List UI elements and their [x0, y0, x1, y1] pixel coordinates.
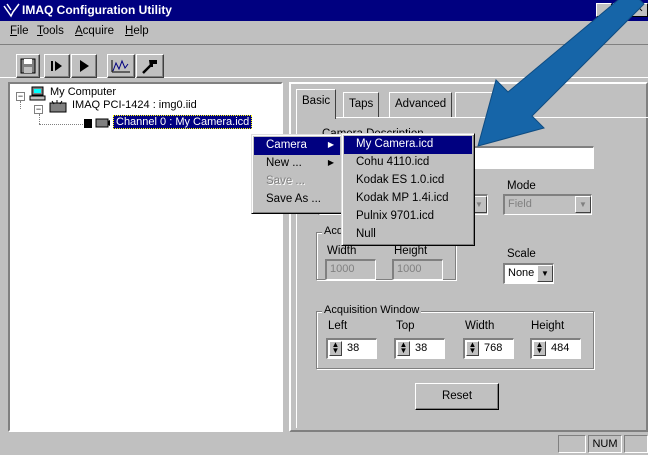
win-height-stepper[interactable]: ▲ ▼ 484 — [530, 338, 581, 359]
scale-label: Scale — [507, 248, 536, 260]
minimize-button[interactable]: _ — [596, 3, 612, 17]
step-button[interactable] — [44, 54, 70, 78]
menu-bar: File Tools Acquire Help — [0, 21, 648, 43]
mode-select: Field ▼ — [503, 194, 592, 215]
submenu-arrow-icon: ▶ — [327, 158, 334, 167]
ctx-item-save-as[interactable]: Save As ... — [254, 191, 340, 209]
play-icon — [80, 60, 89, 72]
spin-arrows-icon[interactable]: ▲ ▼ — [466, 341, 479, 356]
acquisition-window-label: Acquisition Window — [322, 304, 422, 316]
ctx-item-save: Save ... — [266, 175, 305, 187]
menu-file[interactable]: File — [10, 25, 29, 37]
submenu-item-pulnix[interactable]: Pulnix 9701.icd — [344, 208, 472, 226]
submenu-arrow-icon: ▶ — [327, 140, 334, 149]
tab-more[interactable] — [455, 92, 495, 117]
submenu-item-null[interactable]: Null — [344, 226, 472, 244]
tree-node-channel[interactable]: Channel 0 : My Camera.icd — [113, 115, 253, 129]
win-width-label: Width — [465, 320, 495, 332]
tree-node-board[interactable]: IMAQ PCI-1424 : img0.iid — [72, 99, 197, 111]
context-menu: Camera ▶ New ... ▶ Save ... Save As ... — [251, 134, 343, 214]
status-num-indicator: NUM — [588, 435, 622, 453]
close-button[interactable]: ✕ — [631, 3, 648, 17]
left-label: Left — [328, 320, 348, 332]
chevron-down-icon[interactable]: ▼ — [537, 265, 553, 282]
tab-taps[interactable]: Taps — [343, 92, 380, 117]
device-tree[interactable]: − My Computer − IMAQ PCI-1424 : img0.iid… — [8, 82, 283, 432]
ctx-item-new[interactable]: New ... ▶ — [254, 155, 340, 173]
expander-my-computer[interactable]: − — [16, 92, 25, 101]
tree-node-my-computer[interactable]: My Computer — [50, 86, 116, 98]
reset-button[interactable]: Reset — [415, 383, 499, 410]
board-icon — [49, 100, 67, 113]
status-pane-caps — [558, 435, 586, 453]
acq-width-field: 1000 — [325, 259, 376, 280]
mode-label: Mode — [507, 180, 536, 192]
submenu-item-cohu[interactable]: Cohu 4110.icd — [344, 154, 472, 172]
submenu-item-kodak-mp[interactable]: Kodak MP 1.4i.icd — [344, 190, 472, 208]
save-icon — [20, 58, 36, 74]
expander-board[interactable]: − — [34, 105, 43, 114]
spin-arrows-icon[interactable]: ▲ ▼ — [533, 341, 546, 356]
top-label: Top — [396, 320, 415, 332]
app-icon — [3, 3, 20, 18]
acq-height-field: 1000 — [392, 259, 443, 280]
spin-arrows-icon[interactable]: ▲ ▼ — [397, 341, 410, 356]
tab-basic[interactable]: Basic — [296, 89, 337, 119]
histogram-icon — [111, 59, 130, 73]
window-title: IMAQ Configuration Utility — [22, 3, 172, 17]
submenu-item-my-camera[interactable]: My Camera.icd — [344, 136, 472, 154]
win-width-stepper[interactable]: ▲ ▼ 768 — [463, 338, 514, 359]
play-button[interactable] — [71, 54, 97, 78]
menu-help[interactable]: Help — [125, 25, 149, 37]
ctx-item-camera[interactable]: Camera ▶ — [254, 137, 340, 155]
status-pane-scroll — [624, 435, 648, 453]
width-label: Width — [327, 245, 357, 257]
camera-submenu: My Camera.icd Cohu 4110.icd Kodak ES 1.0… — [341, 133, 475, 246]
computer-icon — [29, 86, 46, 101]
submenu-item-kodak-es[interactable]: Kodak ES 1.0.icd — [344, 172, 472, 190]
left-stepper[interactable]: ▲ ▼ 38 — [326, 338, 377, 359]
histogram-button[interactable] — [107, 54, 135, 78]
save-button[interactable] — [16, 54, 40, 78]
maximize-button[interactable]: □ — [613, 3, 629, 17]
title-bar: IMAQ Configuration Utility _ □ ✕ — [0, 0, 648, 21]
height-label: Height — [394, 245, 428, 257]
tab-advanced[interactable]: Advanced — [389, 92, 453, 117]
scale-select[interactable]: None ▼ — [503, 263, 554, 284]
toolbar — [0, 44, 648, 78]
chevron-down-icon: ▼ — [575, 196, 591, 213]
menu-tools[interactable]: Tools — [37, 25, 64, 37]
channel-marker-icon — [84, 119, 92, 128]
camera-icon — [95, 118, 110, 128]
tools-button[interactable] — [136, 54, 164, 78]
top-stepper[interactable]: ▲ ▼ 38 — [394, 338, 445, 359]
menu-acquire[interactable]: Acquire — [75, 25, 114, 37]
tools-icon — [142, 60, 157, 74]
status-bar: NUM — [0, 432, 648, 455]
step-icon — [51, 61, 62, 71]
spin-arrows-icon[interactable]: ▲ ▼ — [329, 341, 342, 356]
win-height-label: Height — [531, 320, 565, 332]
